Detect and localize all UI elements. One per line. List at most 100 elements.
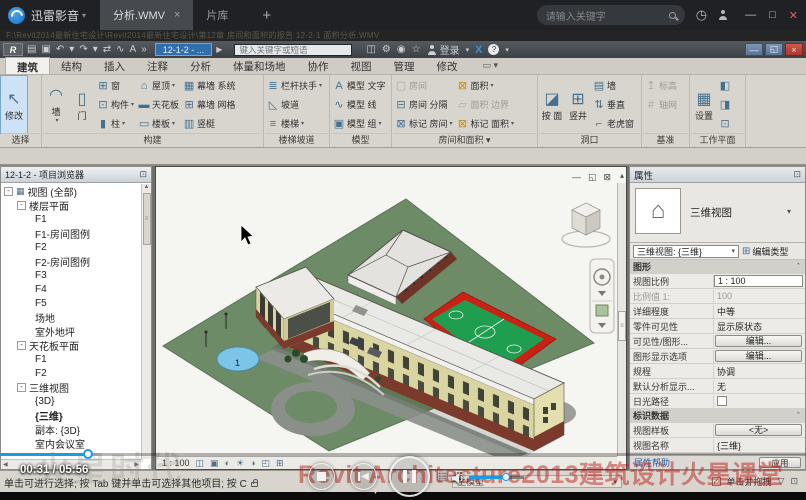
edit-type-button[interactable]: ⊞ 编辑类型	[742, 245, 788, 258]
view-control-icon[interactable]: ◰	[262, 458, 271, 469]
ribbon-options-button[interactable]: ▭ ▾	[483, 60, 499, 74]
ribbon-button[interactable]: ◧ ▾	[717, 76, 735, 95]
seek-bar[interactable]	[0, 453, 806, 456]
player-tab[interactable]: 分析.WMV ×	[100, 0, 193, 30]
scrollbar-thumb[interactable]: ≡	[143, 193, 151, 245]
ribbon-button[interactable]: ↥ 标高 ▾	[643, 76, 679, 95]
exchange-apps-icon[interactable]: X	[475, 44, 482, 56]
stop-button[interactable]	[308, 463, 335, 490]
view-control-icon[interactable]: ◐	[225, 458, 230, 469]
previous-menu-caret-icon[interactable]: ▾	[374, 489, 377, 496]
maximize-button[interactable]: □	[769, 9, 776, 22]
property-row[interactable]: 日光路径	[630, 394, 805, 409]
tree-item[interactable]: - ▦ 场地	[1, 310, 141, 324]
property-value[interactable]: <无>	[715, 424, 802, 436]
tree-item[interactable]: - ▦ 副本: {3D}	[1, 422, 141, 436]
ribbon-button[interactable]: ⊡ ▾	[717, 114, 735, 133]
property-row[interactable]: 视图样板 <无>	[630, 423, 805, 438]
property-value[interactable]: 编辑...	[715, 335, 802, 347]
qat-tool-icon[interactable]: ∿	[116, 45, 124, 55]
tree-item[interactable]: - ▦ {3D}	[1, 394, 141, 408]
tree-item[interactable]: - ▦ 室内会议室	[1, 436, 141, 450]
property-value[interactable]: 协调	[714, 365, 805, 378]
help-caret-icon[interactable]: ▾	[505, 46, 509, 54]
close-button[interactable]: ✕	[789, 9, 798, 22]
revit-restore-button[interactable]: ◱	[765, 43, 783, 56]
property-value[interactable]: 1 : 100	[714, 275, 803, 287]
ribbon-button[interactable]: ▱ 面积 边界 ▾	[455, 95, 517, 114]
scroll-right-icon[interactable]: ▶	[134, 461, 139, 468]
tree-expander-icon[interactable]: -	[17, 201, 26, 210]
drag-checkbox[interactable]: ✓	[712, 477, 721, 486]
revit-app-menu-button[interactable]: R	[3, 43, 23, 56]
ribbon-button[interactable]: ▥ 竖梃 ▾	[181, 114, 238, 133]
property-row[interactable]: 可见性/图形... 编辑...	[630, 334, 805, 349]
ribbon-button[interactable]: ▦ 幕墙 系统 ▾	[181, 76, 238, 95]
ribbon-button[interactable]: ≣ 栏杆扶手 ▾	[265, 76, 324, 95]
property-value[interactable]: 中等	[714, 305, 805, 318]
tree-item[interactable]: - ▦ {三维}	[1, 408, 141, 422]
tree-expander-icon[interactable]: -	[17, 383, 26, 392]
ribbon-button[interactable]: ▮ 柱 ▾	[95, 114, 136, 133]
type-selector[interactable]: ⌂ 三维视图 ▾	[630, 183, 805, 243]
qat-tool-icon[interactable]: A	[130, 45, 137, 55]
tree-item[interactable]: - ▦ F2	[1, 240, 141, 254]
property-value[interactable]: 无	[714, 380, 805, 393]
ribbon-button[interactable]: ▣ 模型 组 ▾	[331, 114, 388, 133]
property-value[interactable]: {三维}	[714, 439, 805, 452]
ribbon-button[interactable]: ↖ 修改 ▾	[1, 76, 27, 133]
view-nav-arrow-icon[interactable]: ▶	[216, 45, 222, 54]
active-view-box[interactable]: 12-1-2 - ...	[155, 43, 213, 56]
login-caret-icon[interactable]: ▾	[466, 46, 470, 54]
revit-minimize-button[interactable]: —	[745, 43, 763, 56]
view-control-icon[interactable]: ☀	[236, 458, 244, 469]
qat-tool-icon[interactable]: ▤	[27, 45, 36, 55]
ribbon-tab[interactable]: 结构	[50, 57, 93, 74]
infocenter-icon[interactable]: ☆	[412, 44, 421, 55]
player-tab[interactable]: 片库	[193, 0, 250, 30]
volume-slider-thumb[interactable]	[502, 473, 510, 481]
ribbon-button[interactable]: ⊞ 竖井 ▾	[565, 76, 591, 133]
tree-item[interactable]: - ▦ F3	[1, 268, 141, 282]
ribbon-button[interactable]: ▢ 房间 ▾	[393, 76, 455, 95]
ribbon-button[interactable]: ⊠ 标记 房间 ▾	[393, 114, 455, 133]
tree-item[interactable]: - ▦ 楼层平面	[1, 198, 141, 212]
property-value[interactable]: 编辑...	[715, 350, 802, 362]
view-restore-icon[interactable]: ◱	[588, 172, 597, 183]
qat-tool-icon[interactable]: ▾	[93, 45, 98, 55]
property-row[interactable]: 视图名称 {三维}	[630, 438, 805, 453]
ribbon-tab[interactable]: 建筑	[5, 57, 50, 74]
tree-expander-icon[interactable]: -	[4, 187, 13, 196]
ribbon-tab[interactable]: 注释	[136, 57, 179, 74]
property-row[interactable]: 图形显示选项 编辑...	[630, 349, 805, 364]
ribbon-button[interactable]: # 轴网 ▾	[643, 95, 679, 114]
scroll-up-icon[interactable]: ▲	[144, 184, 150, 190]
property-row[interactable]: 默认分析显示... 无	[630, 379, 805, 394]
ribbon-button[interactable]: ⊠ 标记 面积 ▾	[455, 114, 517, 133]
qat-tool-icon[interactable]: ⇄	[103, 45, 111, 55]
property-row[interactable]: 详细程度 中等	[630, 304, 805, 319]
property-row[interactable]: 比例值 1: 100	[630, 289, 805, 304]
qat-tool-icon[interactable]: »	[141, 45, 147, 55]
ribbon-button[interactable]: ∿ 模型 线 ▾	[331, 95, 388, 114]
infocenter-icon[interactable]: ◉	[397, 44, 406, 55]
view-control-icon[interactable]: ⊞	[276, 458, 284, 469]
tree-item[interactable]: - ▦ 室外地坪	[1, 324, 141, 338]
ribbon-button[interactable]: ⌐ 老虎窗 ▾	[591, 114, 636, 133]
scroll-left-icon[interactable]: ◀	[3, 461, 8, 468]
player-menu-caret-icon[interactable]: ▾	[82, 11, 86, 20]
statusbar-filter-icon[interactable]: ▽	[778, 476, 785, 487]
ribbon-button[interactable]: ▤ 墙 ▾	[591, 76, 636, 95]
tree-item[interactable]: - ▦ 天花板平面	[1, 338, 141, 352]
statusbar-filter-icon[interactable]: ⊡	[790, 476, 798, 487]
property-row[interactable]: 视图比例 1 : 100	[630, 274, 805, 289]
property-value[interactable]: 显示原状态	[714, 320, 805, 333]
ribbon-button[interactable]: ◠ 墙 ▾	[43, 76, 69, 133]
tree-item[interactable]: - ▦ F2	[1, 366, 141, 380]
ribbon-button[interactable]: ▬ 天花板 ▾	[136, 95, 181, 114]
new-tab-button[interactable]: +	[250, 7, 283, 24]
ribbon-tab[interactable]: 分析	[179, 57, 222, 74]
apply-button[interactable]: 应用	[759, 457, 801, 468]
property-row[interactable]: 图形	[630, 260, 805, 274]
ribbon-tab[interactable]: 协作	[297, 57, 340, 74]
